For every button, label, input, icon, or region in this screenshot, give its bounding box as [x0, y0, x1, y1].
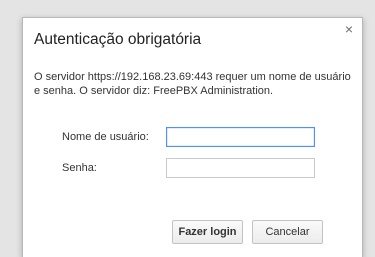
password-label: Senha: [62, 162, 97, 174]
close-icon[interactable]: × [342, 22, 356, 36]
login-button[interactable]: Fazer login [172, 220, 243, 244]
password-input[interactable] [166, 158, 315, 178]
username-label: Nome de usuário: [62, 131, 149, 143]
auth-dialog: × Autenticação obrigatória O servidor ht… [22, 17, 363, 257]
cancel-button[interactable]: Cancelar [252, 220, 323, 244]
dialog-title: Autenticação obrigatória [34, 31, 202, 48]
username-input[interactable] [166, 127, 315, 147]
dialog-message: O servidor https://192.168.23.69:443 req… [34, 71, 351, 97]
